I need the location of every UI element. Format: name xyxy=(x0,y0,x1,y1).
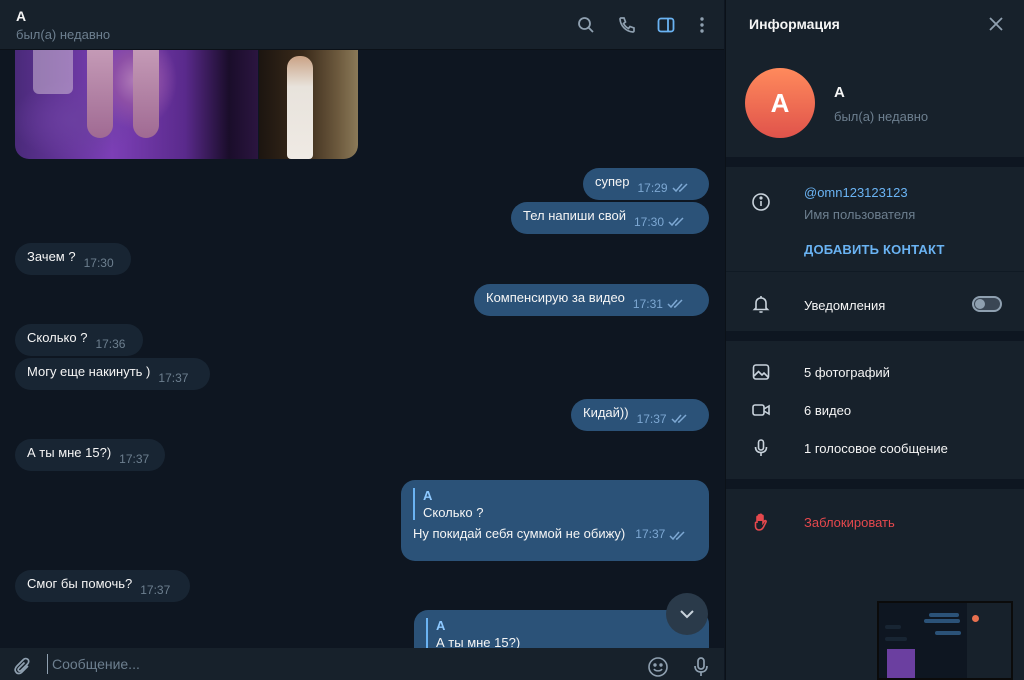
sidebar-toggle-icon[interactable] xyxy=(654,13,678,37)
screen-preview-thumbnail[interactable] xyxy=(877,601,1013,680)
reply-author: A xyxy=(423,488,433,503)
message-input[interactable] xyxy=(47,654,627,674)
reply-author: A xyxy=(436,618,446,633)
section-divider xyxy=(726,331,1024,341)
reply-quote[interactable]: A Сколько ? xyxy=(413,488,697,520)
message-time: 17:30 xyxy=(633,215,665,229)
media-photo[interactable] xyxy=(15,50,258,159)
message-time: 17:30 xyxy=(83,256,114,270)
media-photo[interactable] xyxy=(259,50,358,159)
scroll-down-button[interactable] xyxy=(666,593,708,635)
message-text: Смог бы помочь? xyxy=(27,575,133,591)
message-bubble-incoming[interactable]: А ты мне 15?) 17:37 xyxy=(15,439,165,471)
message-composer xyxy=(0,648,724,680)
message-bubble-outgoing[interactable]: Тел напиши свой 17:30 xyxy=(511,202,709,234)
message-time: 17:37 xyxy=(636,412,667,426)
message-bubble-outgoing[interactable]: Кидай)) 17:37 xyxy=(571,399,709,431)
close-icon[interactable] xyxy=(986,14,1006,34)
info-panel: Информация A A был(а) недавно @omn123123… xyxy=(725,0,1024,680)
reply-text: Сколько ? xyxy=(423,505,484,520)
more-vertical-icon[interactable] xyxy=(690,13,714,37)
block-hand-icon xyxy=(750,511,772,533)
message-text: А ты мне 15?) xyxy=(27,444,112,460)
message-text: Кидай)) xyxy=(583,404,629,420)
profile-status: был(а) недавно xyxy=(834,109,929,124)
read-ticks-icon xyxy=(667,299,683,309)
message-time: 17:37 xyxy=(119,452,150,466)
section-divider xyxy=(726,479,1024,489)
message-bubble-incoming[interactable]: Могу еще накинуть ) 17:37 xyxy=(15,358,210,390)
message-bubble-incoming[interactable]: Зачем ? 17:30 xyxy=(15,243,131,275)
message-text: Ну покидай себя суммой не обижу) xyxy=(413,526,626,541)
message-bubble-outgoing-reply[interactable]: A А ты мне 15?) xyxy=(414,610,709,648)
info-panel-title: Информация xyxy=(749,16,840,32)
media-album[interactable] xyxy=(15,50,358,159)
message-text: Тел напиши свой xyxy=(523,207,626,223)
notifications-toggle[interactable] xyxy=(972,296,1002,312)
block-user-button[interactable]: Заблокировать xyxy=(804,515,895,530)
notifications-label: Уведомления xyxy=(804,298,886,313)
read-ticks-icon xyxy=(668,217,684,227)
message-text: Сколько ? xyxy=(27,329,88,345)
chat-panel: A был(а) недавно супер 17:29 Тел напиши … xyxy=(0,0,724,680)
phone-icon[interactable] xyxy=(615,13,639,37)
info-icon xyxy=(750,191,772,213)
video-icon xyxy=(750,399,772,421)
message-time: 17:37 xyxy=(635,527,666,541)
reply-quote[interactable]: A А ты мне 15?) xyxy=(426,618,697,648)
shared-videos-link[interactable]: 6 видео xyxy=(804,403,851,418)
section-divider xyxy=(726,157,1024,167)
photo-icon xyxy=(750,361,772,383)
add-contact-button[interactable]: ДОБАВИТЬ КОНТАКТ xyxy=(804,242,945,257)
username-link[interactable]: @omn123123123 xyxy=(804,185,908,200)
chat-header: A был(а) недавно xyxy=(0,0,724,50)
chat-status: был(а) недавно xyxy=(16,27,111,42)
message-bubble-incoming[interactable]: Смог бы помочь? 17:37 xyxy=(15,570,190,602)
microphone-icon xyxy=(750,437,772,459)
message-bubble-outgoing-reply[interactable]: A Сколько ? Ну покидай себя суммой не об… xyxy=(401,480,709,561)
microphone-icon[interactable] xyxy=(690,656,712,678)
read-ticks-icon xyxy=(669,531,685,541)
message-time: 17:29 xyxy=(637,181,668,195)
message-text: Могу еще накинуть ) xyxy=(27,363,151,379)
section-divider xyxy=(726,271,1024,272)
reply-text: А ты мне 15?) xyxy=(436,635,521,648)
message-time: 17:36 xyxy=(95,337,126,351)
chat-title[interactable]: A xyxy=(16,8,26,24)
message-bubble-outgoing[interactable]: Компенсирую за видео 17:31 xyxy=(474,284,709,316)
message-text: Компенсирую за видео xyxy=(486,289,625,305)
read-ticks-icon xyxy=(671,414,687,424)
bell-icon xyxy=(750,293,772,315)
shared-photos-link[interactable]: 5 фотографий xyxy=(804,365,890,380)
attach-icon[interactable] xyxy=(12,656,34,678)
emoji-icon[interactable] xyxy=(647,656,669,678)
message-list[interactable]: супер 17:29 Тел напиши свой 17:30 Зачем … xyxy=(0,50,724,648)
profile-name: A xyxy=(834,84,845,101)
read-ticks-icon xyxy=(672,183,688,193)
shared-voice-link[interactable]: 1 голосовое сообщение xyxy=(804,441,948,456)
chevron-down-icon xyxy=(680,610,694,619)
message-time: 17:31 xyxy=(632,297,663,311)
message-bubble-incoming[interactable]: Сколько ? 17:36 xyxy=(15,324,143,356)
username-label: Имя пользователя xyxy=(804,207,916,222)
message-text: Зачем ? xyxy=(27,248,76,264)
message-text: супер xyxy=(595,173,630,189)
message-bubble-outgoing[interactable]: супер 17:29 xyxy=(583,168,709,200)
message-time: 17:37 xyxy=(158,371,189,385)
avatar[interactable]: A xyxy=(745,68,815,138)
search-icon[interactable] xyxy=(574,13,598,37)
message-time: 17:37 xyxy=(140,583,171,597)
